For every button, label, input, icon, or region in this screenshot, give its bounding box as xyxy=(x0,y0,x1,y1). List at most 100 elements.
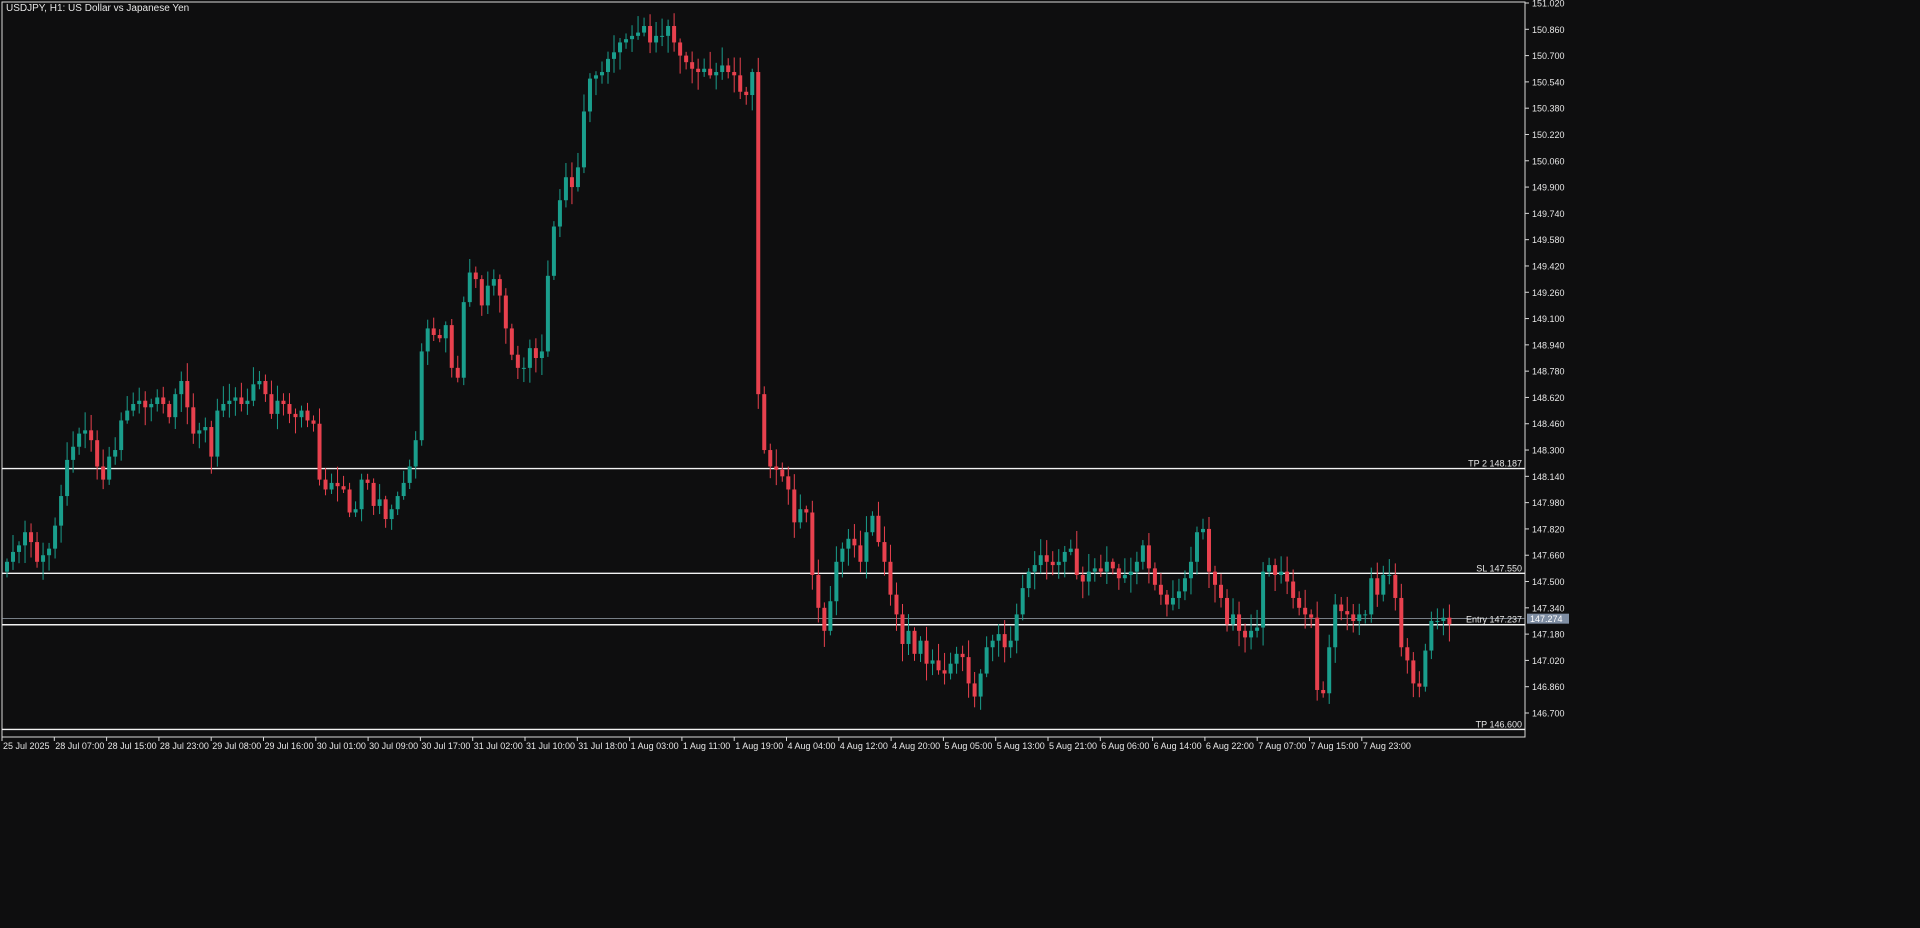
candle[interactable] xyxy=(918,636,923,663)
candle[interactable] xyxy=(1176,578,1181,609)
candle[interactable] xyxy=(828,586,833,636)
candle[interactable] xyxy=(425,319,430,365)
candle[interactable] xyxy=(636,16,641,40)
candle[interactable] xyxy=(581,94,586,174)
candle[interactable] xyxy=(77,427,82,455)
candle[interactable] xyxy=(1110,558,1115,575)
candle[interactable] xyxy=(1351,604,1356,633)
candle[interactable] xyxy=(654,21,659,53)
candle[interactable] xyxy=(630,25,635,52)
candle[interactable] xyxy=(1231,598,1236,631)
price-chart[interactable]: 151.020 150.860 150.700 150.540 150.380 150.2… xyxy=(0,0,1920,923)
candle[interactable] xyxy=(924,626,929,681)
candle[interactable] xyxy=(461,296,466,386)
candle[interactable] xyxy=(377,484,382,515)
candle[interactable] xyxy=(774,449,779,486)
candle[interactable] xyxy=(5,558,9,578)
candle[interactable] xyxy=(167,400,172,424)
candle[interactable] xyxy=(966,640,971,698)
candle[interactable] xyxy=(1032,551,1037,590)
candle[interactable] xyxy=(53,517,58,559)
candle[interactable] xyxy=(293,408,298,434)
candle[interactable] xyxy=(1255,609,1260,638)
candle[interactable] xyxy=(1375,562,1380,607)
candle[interactable] xyxy=(1182,570,1187,601)
candle[interactable] xyxy=(714,62,719,90)
candle[interactable] xyxy=(1188,546,1193,595)
candle[interactable] xyxy=(131,392,136,417)
candle[interactable] xyxy=(996,624,1001,657)
candle[interactable] xyxy=(473,266,478,288)
candle[interactable] xyxy=(281,393,286,416)
candle[interactable] xyxy=(930,649,935,676)
candle[interactable] xyxy=(179,371,184,412)
candle[interactable] xyxy=(1140,540,1145,570)
candle[interactable] xyxy=(1279,556,1284,584)
candle[interactable] xyxy=(1128,557,1133,593)
candle[interactable] xyxy=(978,669,983,710)
candle[interactable] xyxy=(221,386,226,418)
candle[interactable] xyxy=(329,473,334,494)
candle[interactable] xyxy=(702,58,707,77)
candle[interactable] xyxy=(1116,563,1121,590)
candle[interactable] xyxy=(17,541,22,564)
candle[interactable] xyxy=(822,602,827,647)
candle[interactable] xyxy=(798,494,803,529)
candle[interactable] xyxy=(1273,558,1278,592)
candle[interactable] xyxy=(401,470,406,500)
candle[interactable] xyxy=(203,417,208,443)
candle[interactable] xyxy=(936,643,941,675)
candle[interactable] xyxy=(497,274,502,313)
candle[interactable] xyxy=(365,473,370,490)
candle[interactable] xyxy=(804,505,809,523)
candle[interactable] xyxy=(1134,551,1139,585)
candle[interactable] xyxy=(1219,573,1224,608)
candle[interactable] xyxy=(1237,601,1242,647)
candle[interactable] xyxy=(768,443,773,479)
candle[interactable] xyxy=(894,582,899,631)
candle[interactable] xyxy=(383,495,388,528)
candle[interactable] xyxy=(1321,681,1326,698)
candle[interactable] xyxy=(1152,562,1157,591)
candle[interactable] xyxy=(65,442,70,506)
candle[interactable] xyxy=(882,526,887,576)
candle[interactable] xyxy=(738,57,743,100)
candle[interactable] xyxy=(888,544,893,606)
candle[interactable] xyxy=(1387,559,1392,585)
candle[interactable] xyxy=(690,51,695,84)
candle[interactable] xyxy=(311,415,316,432)
candle[interactable] xyxy=(1261,562,1266,646)
candle[interactable] xyxy=(732,57,737,93)
candle[interactable] xyxy=(1297,591,1302,616)
candle[interactable] xyxy=(1327,634,1332,704)
candle[interactable] xyxy=(858,530,863,573)
candle[interactable] xyxy=(1194,526,1199,575)
candle[interactable] xyxy=(269,380,274,419)
candle[interactable] xyxy=(840,542,845,578)
candle[interactable] xyxy=(1381,565,1386,602)
candle[interactable] xyxy=(353,501,358,517)
candle[interactable] xyxy=(1417,671,1422,698)
chart-window[interactable]: 151.020 150.860 150.700 150.540 150.380 150.2… xyxy=(0,0,1920,923)
candle[interactable] xyxy=(155,389,160,412)
candle[interactable] xyxy=(557,189,562,238)
candle[interactable] xyxy=(539,334,544,376)
candle[interactable] xyxy=(197,422,202,449)
candle[interactable] xyxy=(1291,569,1296,609)
candle[interactable] xyxy=(1363,610,1368,624)
candle[interactable] xyxy=(395,491,400,516)
candle[interactable] xyxy=(1014,603,1019,654)
candle[interactable] xyxy=(684,51,689,70)
candle[interactable] xyxy=(960,645,965,672)
candle[interactable] xyxy=(233,387,238,416)
candle[interactable] xyxy=(47,542,52,571)
candle[interactable] xyxy=(942,652,947,685)
candle[interactable] xyxy=(323,468,328,496)
candle[interactable] xyxy=(846,528,851,566)
candle[interactable] xyxy=(852,524,857,558)
candle[interactable] xyxy=(1423,643,1428,692)
candle[interactable] xyxy=(491,269,496,296)
candle[interactable] xyxy=(984,636,989,678)
candle[interactable] xyxy=(467,259,472,307)
candle[interactable] xyxy=(437,329,442,343)
